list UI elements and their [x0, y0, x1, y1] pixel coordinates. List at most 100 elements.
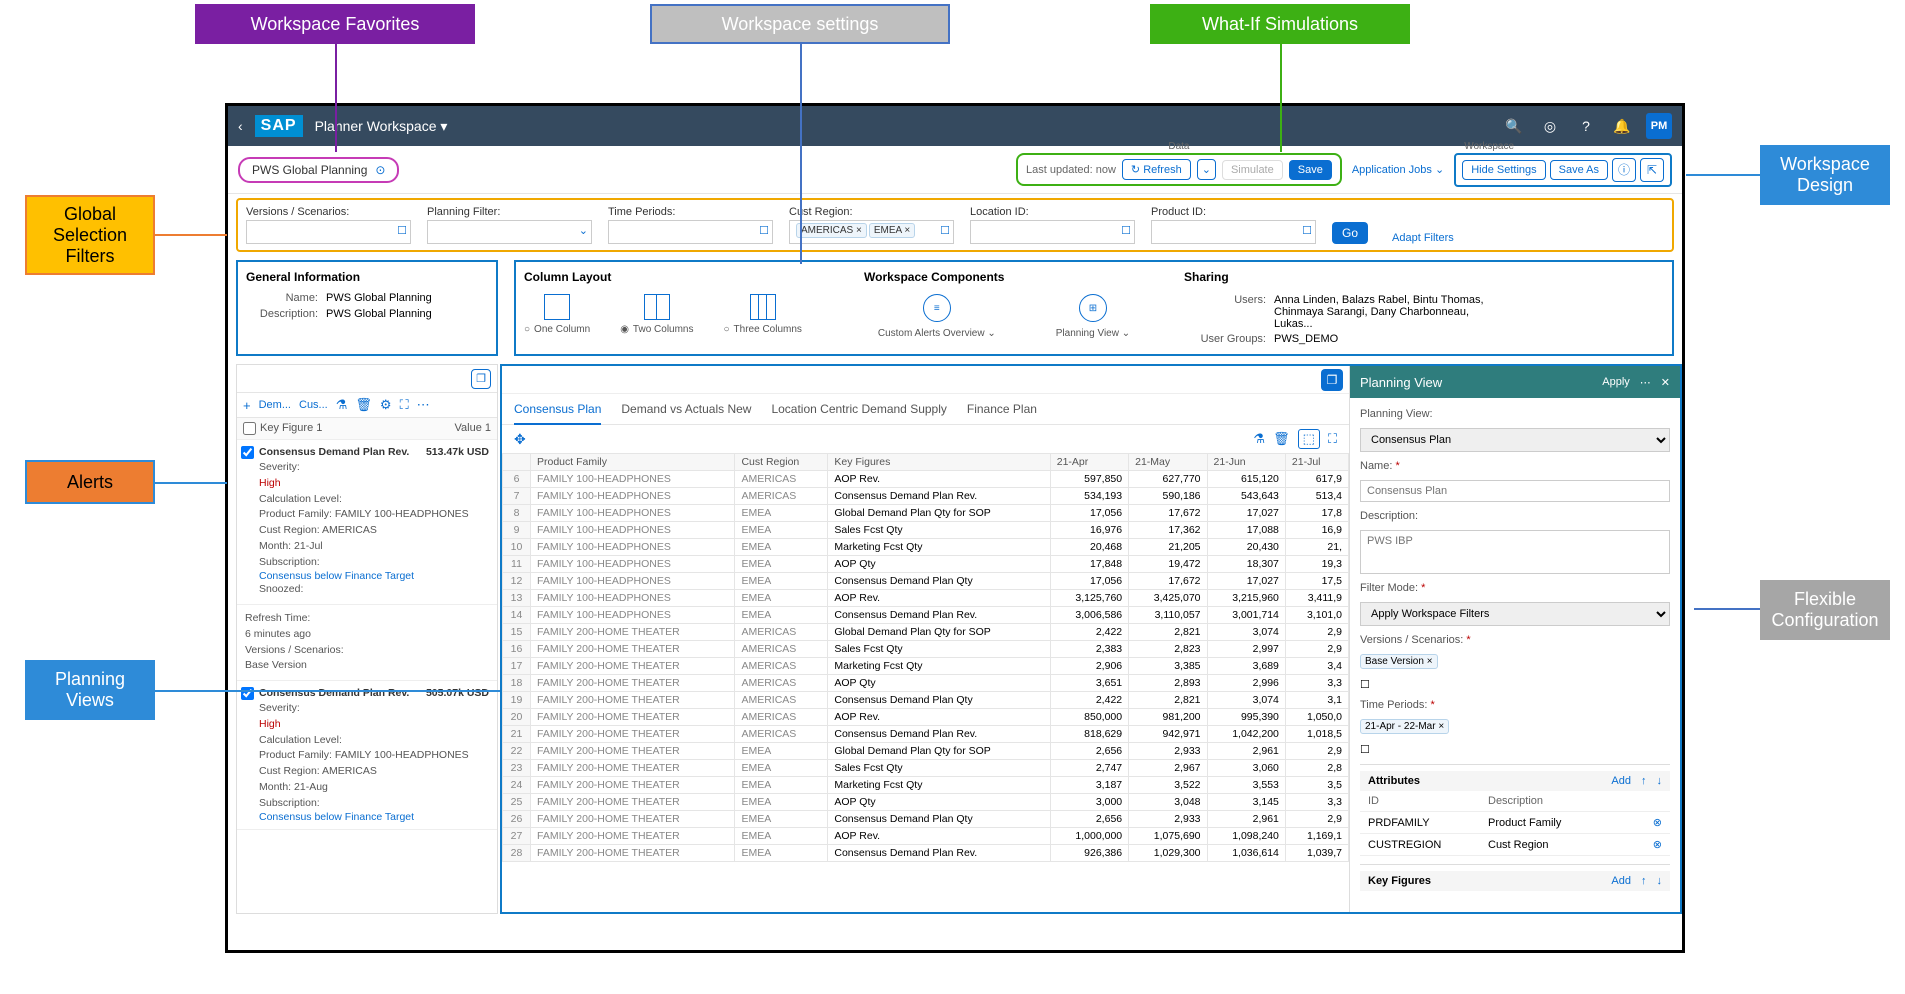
down-icon[interactable]: ↓ [1657, 875, 1663, 887]
value-help-icon[interactable]: ☐ [1360, 744, 1370, 756]
token[interactable]: EMEA × [869, 223, 915, 238]
share-icon[interactable]: ⇱ [1640, 158, 1664, 182]
value-help-icon[interactable]: ☐ [759, 224, 769, 237]
demand-link[interactable]: Dem... [259, 399, 291, 411]
product-id-input[interactable] [1151, 220, 1316, 244]
alerts-panel: ❐ + Dem... Cus... ⚗ 🗑 ⚙ ⛶ ⋯ Key Figure 1… [236, 364, 498, 914]
settings-icon[interactable]: ⚙ [380, 397, 392, 413]
alerts-toolbar: + Dem... Cus... ⚗ 🗑 ⚙ ⛶ ⋯ [237, 393, 497, 418]
add-link[interactable]: Add [1611, 775, 1631, 787]
up-icon[interactable]: ↑ [1641, 775, 1647, 787]
time-periods-input[interactable] [608, 220, 773, 244]
delete-icon[interactable]: 🗑 [1273, 431, 1290, 447]
tab-consensus[interactable]: Consensus Plan [514, 402, 601, 425]
data-grid[interactable]: Product FamilyCust RegionKey Figures21-A… [502, 453, 1349, 862]
planning-filter-input[interactable] [427, 220, 592, 244]
more-icon[interactable]: ⋯ [417, 397, 430, 413]
location-id-input[interactable] [970, 220, 1135, 244]
apply-link[interactable]: Apply [1602, 376, 1630, 388]
filter-mode-select[interactable]: Apply Workspace Filters [1360, 602, 1670, 626]
panel-action-icon[interactable]: ❐ [1321, 369, 1343, 391]
global-filter-bar: Versions / Scenarios: ☐ Planning Filter:… [236, 198, 1674, 252]
fullscreen-icon[interactable]: ⛶ [400, 397, 409, 413]
save-button[interactable]: Save [1289, 160, 1332, 180]
pv-select-label: Planning View: [1360, 408, 1670, 420]
filter-icon[interactable]: ⚗ [336, 397, 348, 413]
fullscreen-icon[interactable]: ⛶ [1328, 431, 1337, 447]
col-key: Key Figure 1 [260, 422, 455, 435]
two-columns-option[interactable]: ◉ Two Columns [620, 294, 693, 335]
favorite-dropdown-icon[interactable]: ⊙ [375, 163, 385, 177]
refresh-dropdown[interactable]: ⌄ [1197, 159, 1216, 180]
favorite-pill[interactable]: PWS Global Planning ⊙ [238, 157, 399, 183]
remove-icon[interactable]: ⊗ [1653, 838, 1662, 851]
close-icon[interactable]: ✕ [1661, 376, 1670, 389]
select-all[interactable] [243, 422, 256, 435]
save-as-button[interactable]: Save As [1550, 160, 1608, 180]
notification-icon[interactable]: 🔔 [1610, 114, 1634, 138]
versions-input[interactable]: Base Version × [1360, 654, 1670, 678]
move-icon[interactable]: ✥ [514, 431, 526, 448]
three-columns-option[interactable]: ○ Three Columns [724, 294, 802, 335]
tab-location[interactable]: Location Centric Demand Supply [771, 402, 946, 416]
time-periods-label: Time Periods: [1360, 699, 1670, 711]
name-input[interactable] [1360, 480, 1670, 502]
pv-component[interactable]: ⊞Planning View ⌄ [1056, 294, 1130, 339]
hide-settings-button[interactable]: Hide Settings [1462, 160, 1545, 180]
info-icon[interactable]: ⓘ [1612, 158, 1636, 182]
copilot-icon[interactable]: ◎ [1538, 114, 1562, 138]
workspace-label: Workspace [1464, 141, 1514, 152]
value-help-icon[interactable]: ☐ [1302, 224, 1312, 237]
chart-icon[interactable]: ⬚ [1298, 429, 1320, 449]
avatar[interactable]: PM [1646, 113, 1672, 139]
dropdown-icon[interactable]: ⌄ [579, 224, 588, 237]
favorite-title: PWS Global Planning [252, 163, 367, 177]
help-icon[interactable]: ? [1574, 114, 1598, 138]
alerts-list: Consensus Demand Plan Rev.513.47k USD Se… [237, 440, 497, 913]
custom-link[interactable]: Cus... [299, 399, 328, 411]
tab-finance[interactable]: Finance Plan [967, 402, 1037, 416]
panel-action-icon[interactable]: ❐ [471, 369, 491, 389]
desc-input[interactable] [1360, 530, 1670, 574]
tab-demand[interactable]: Demand vs Actuals New [621, 402, 751, 416]
down-icon[interactable]: ↓ [1657, 775, 1663, 787]
filter-mode-label: Filter Mode: [1360, 582, 1670, 594]
gen-name: PWS Global Planning [326, 292, 432, 304]
users-list: Anna Linden, Balazs Rabel, Bintu Thomas,… [1274, 294, 1494, 330]
annot-pv: Planning Views [25, 660, 155, 720]
attr-row: CUSTREGIONCust Region⊗ [1360, 834, 1670, 856]
token[interactable]: AMERICAS × [796, 223, 867, 238]
alerts-component[interactable]: ≡Custom Alerts Overview ⌄ [878, 294, 996, 339]
time-periods-input[interactable]: 21-Apr - 22-Mar × [1360, 719, 1670, 743]
alert-check[interactable] [241, 687, 254, 700]
value-help-icon[interactable]: ☐ [1121, 224, 1131, 237]
simulate-button[interactable]: Simulate [1222, 160, 1283, 180]
alert-check[interactable] [241, 446, 254, 459]
workspace-design-group: Workspace Hide Settings Save As ⓘ ⇱ [1454, 153, 1672, 187]
back-icon[interactable]: ‹ [238, 118, 243, 134]
cust-region-input[interactable]: AMERICAS ×EMEA × [789, 220, 954, 244]
filter-icon[interactable]: ⚗ [1253, 431, 1265, 447]
grid-panel: ❐ Consensus Plan Demand vs Actuals New L… [502, 366, 1350, 912]
delete-icon[interactable]: 🗑 [355, 397, 372, 413]
value-help-icon[interactable]: ☐ [397, 224, 407, 237]
application-jobs-link[interactable]: Application Jobs ⌄ [1352, 163, 1444, 176]
refresh-button[interactable]: ↻ Refresh [1122, 159, 1191, 180]
adapt-filters-link[interactable]: Adapt Filters [1392, 232, 1454, 244]
up-icon[interactable]: ↑ [1641, 875, 1647, 887]
alert-card[interactable]: Consensus Demand Plan Rev.513.47k USD Se… [237, 440, 497, 605]
value-help-icon[interactable]: ☐ [1360, 679, 1370, 691]
add-icon[interactable]: + [243, 398, 251, 413]
value-help-icon[interactable]: ☐ [940, 224, 950, 237]
alert-card[interactable]: Consensus Demand Plan Rev.505.07k USD Se… [237, 681, 497, 830]
remove-icon[interactable]: ⊗ [1653, 816, 1662, 829]
more-icon[interactable]: ⋯ [1640, 376, 1651, 389]
pv-select[interactable]: Consensus Plan [1360, 428, 1670, 452]
versions-input[interactable] [246, 220, 411, 244]
settings-panel: Column Layout ○ One Column ◉ Two Columns [514, 260, 1674, 356]
search-icon[interactable]: 🔍 [1502, 114, 1526, 138]
time-periods-label: Time Periods: [608, 206, 773, 218]
one-column-option[interactable]: ○ One Column [524, 294, 590, 335]
go-button[interactable]: Go [1332, 222, 1368, 244]
add-link[interactable]: Add [1611, 875, 1631, 887]
